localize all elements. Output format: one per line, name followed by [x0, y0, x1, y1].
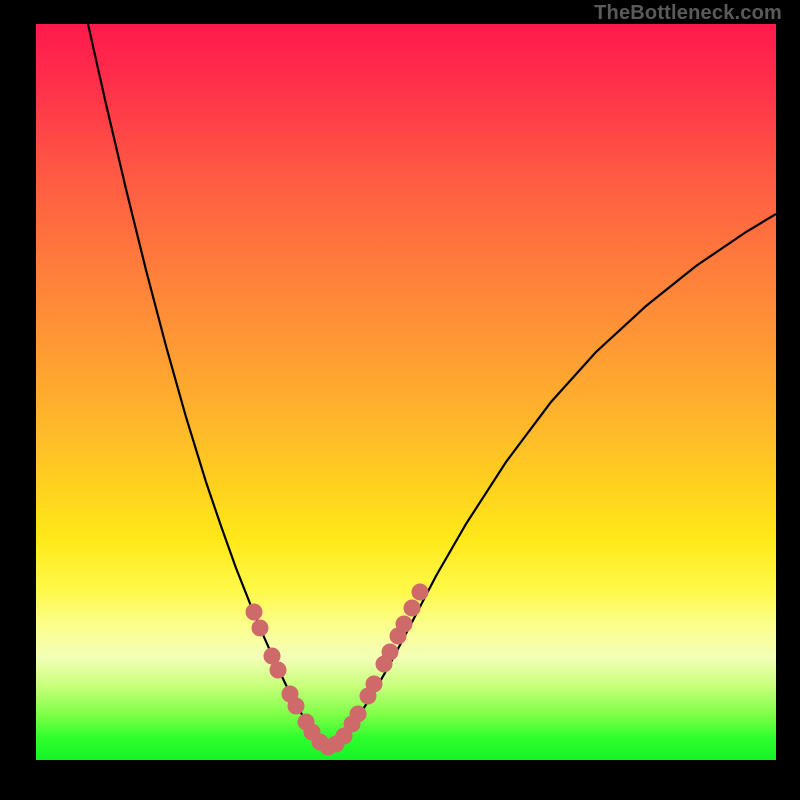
marker-dot	[246, 604, 262, 620]
marker-dot	[412, 584, 428, 600]
marker-dot	[366, 676, 382, 692]
marker-dot	[252, 620, 268, 636]
marker-dot	[270, 662, 286, 678]
marker-dot	[350, 706, 366, 722]
curve-svg	[36, 24, 776, 760]
marker-dot	[404, 600, 420, 616]
bottleneck-curve-left	[88, 24, 326, 748]
marker-dot	[396, 616, 412, 632]
watermark-text: TheBottleneck.com	[594, 2, 782, 25]
marker-dot	[382, 644, 398, 660]
marker-group	[246, 584, 428, 755]
plot-area	[36, 24, 776, 760]
chart-frame: TheBottleneck.com	[0, 0, 800, 800]
marker-dot	[288, 698, 304, 714]
bottleneck-curve-right	[326, 214, 776, 748]
